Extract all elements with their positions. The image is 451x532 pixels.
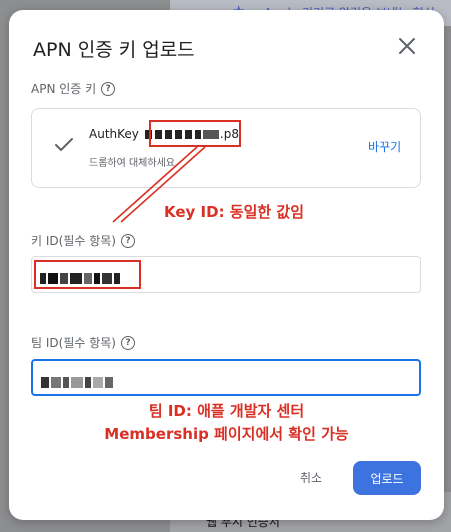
- key-id-highlight-box: [149, 120, 241, 147]
- key-id-annotation: Key ID: 동일한 값임: [164, 203, 305, 221]
- apn-key-label-row: APN 인증 키 ?: [31, 80, 116, 97]
- key-id-label-row: 키 ID(필수 항목) ?: [31, 232, 135, 249]
- team-id-label-row: 팀 ID(필수 항목) ?: [31, 334, 135, 351]
- check-icon: [55, 138, 73, 152]
- replace-button[interactable]: 바꾸기: [368, 138, 401, 155]
- team-id-label: 팀 ID(필수 항목): [31, 336, 116, 350]
- help-icon[interactable]: ?: [101, 81, 116, 96]
- file-replace-hint: 드롭하여 대체하세요: [89, 158, 175, 169]
- upload-button[interactable]: 업로드: [353, 461, 421, 495]
- masked-team-id-value: [41, 373, 115, 388]
- cancel-button[interactable]: 취소: [300, 469, 322, 486]
- help-icon[interactable]: ?: [120, 233, 135, 248]
- key-id-label: 키 ID(필수 항목): [31, 234, 116, 248]
- close-icon: [399, 38, 415, 54]
- team-id-input[interactable]: [31, 359, 421, 396]
- close-button[interactable]: [395, 34, 419, 58]
- dialog-title: APN 인증 키 업로드: [33, 39, 195, 61]
- team-id-annotation-line1: 팀 ID: 애플 개발자 센터: [148, 402, 305, 420]
- upload-apn-key-dialog: APN 인증 키 업로드 APN 인증 키 ? AuthKey .p8 드롭하여…: [9, 10, 444, 520]
- help-icon[interactable]: ?: [120, 335, 135, 350]
- apn-key-label: APN 인증 키: [31, 82, 97, 96]
- file-name-prefix: AuthKey: [89, 127, 139, 141]
- key-id-value-highlight-box: [34, 260, 141, 289]
- team-id-annotation-line2: Membership 페이지에서 확인 가능: [104, 425, 349, 443]
